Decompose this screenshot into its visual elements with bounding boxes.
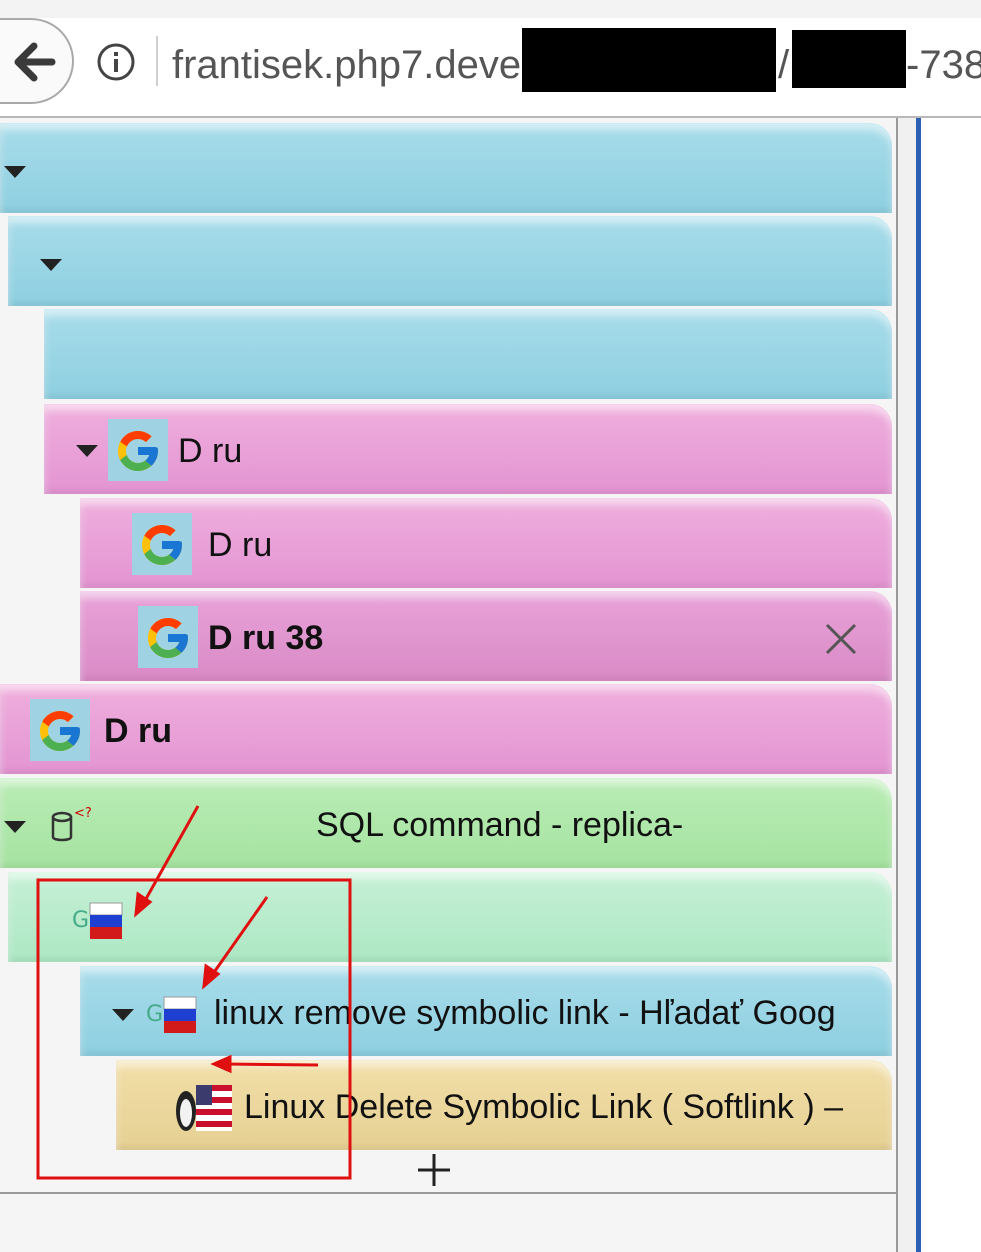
collapse-arrow-icon[interactable]	[4, 821, 26, 833]
back-button[interactable]	[0, 18, 74, 104]
tux-usa-icon	[176, 1085, 232, 1131]
tab-title: Linux Delete Symbolic Link ( Softlink ) …	[244, 1088, 844, 1126]
google-icon	[132, 513, 192, 575]
google-russia-icon: G	[146, 996, 197, 1033]
google-russia-icon: G	[72, 902, 123, 939]
tab-title: D ru	[104, 712, 172, 750]
tab-item[interactable]	[8, 216, 892, 306]
google-icon	[30, 699, 90, 761]
url-host: frantisek.php7.deve	[172, 43, 522, 87]
collapse-arrow-icon[interactable]	[112, 1009, 134, 1021]
tab-title: linux remove symbolic link - Hľadať Goog	[214, 994, 836, 1032]
sidebar-splitter[interactable]	[896, 118, 916, 1252]
tab-item[interactable]: D ru	[44, 404, 892, 494]
tab-item[interactable]: <? SQL command - replica-	[0, 778, 892, 868]
tab-item[interactable]	[0, 123, 892, 213]
tab-item[interactable]: G linux remove symbolic link - Hľadať Go…	[80, 966, 892, 1056]
redaction-block	[792, 30, 906, 88]
collapse-arrow-icon[interactable]	[76, 445, 98, 457]
database-icon: <?	[51, 806, 92, 842]
collapse-arrow-icon[interactable]	[4, 166, 26, 178]
content-area	[916, 118, 981, 1252]
google-icon	[138, 606, 198, 668]
address-bar: frantisek.php7.deve / -738	[0, 0, 981, 118]
info-icon[interactable]	[96, 42, 136, 82]
url-field[interactable]: frantisek.php7.deve	[172, 40, 521, 90]
tab-title: D ru	[178, 432, 243, 470]
svg-text:G: G	[146, 1002, 163, 1027]
close-tab-icon[interactable]	[824, 622, 858, 656]
tab-item-selected[interactable]: D ru 38	[80, 591, 892, 681]
tab-title: D ru	[208, 526, 273, 564]
tab-list-divider	[0, 1192, 896, 1194]
url-suffix: -738	[906, 43, 981, 87]
new-tab-button[interactable]	[414, 1150, 454, 1190]
plus-icon	[418, 1154, 450, 1186]
tab-item[interactable]: D ru	[80, 498, 892, 588]
tab-item[interactable]	[44, 309, 892, 399]
tab-item[interactable]: G	[8, 872, 892, 962]
svg-text:G: G	[72, 908, 89, 933]
tab-item[interactable]: Linux Delete Symbolic Link ( Softlink ) …	[116, 1060, 892, 1150]
tab-tree-sidebar: D ru D ru D ru 38 D ru <? SQL command - …	[0, 118, 896, 1252]
svg-text:<?: <?	[74, 806, 92, 821]
collapse-arrow-icon[interactable]	[40, 259, 62, 271]
tab-title: SQL command - replica-	[316, 806, 684, 844]
google-icon	[108, 419, 168, 481]
redaction-block	[522, 28, 776, 92]
back-arrow-icon	[14, 42, 56, 82]
url-slash: /	[778, 43, 790, 87]
separator	[156, 36, 158, 86]
tab-item[interactable]: D ru	[0, 684, 892, 774]
tab-title: D ru 38	[208, 619, 324, 657]
